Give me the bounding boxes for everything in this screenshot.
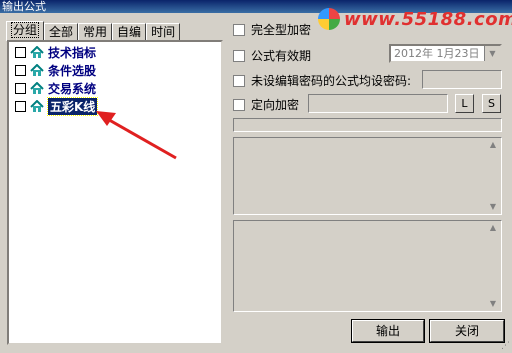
unset-password-input[interactable]: [422, 70, 502, 89]
scroll-down-icon[interactable]: ▼: [485, 297, 501, 311]
full-encrypt-option[interactable]: 完全型加密: [233, 21, 311, 38]
chevron-down-icon[interactable]: ▼: [484, 46, 500, 61]
directed-encrypt-option[interactable]: 定向加密: [233, 96, 299, 113]
status-field: [233, 118, 502, 132]
expiry-date-value: 2012年 1月23日: [394, 47, 480, 60]
scroll-down-icon[interactable]: ▼: [485, 200, 501, 214]
scroll-up-icon[interactable]: ▲: [485, 138, 501, 152]
export-button[interactable]: 输出: [351, 319, 425, 343]
unset-password-checkbox[interactable]: [233, 74, 245, 87]
l-button[interactable]: L: [455, 94, 474, 113]
full-encrypt-label: 完全型加密: [251, 23, 312, 37]
memo-scrollbar[interactable]: ▲ ▼: [485, 221, 501, 311]
expiry-label: 公式有效期: [251, 49, 312, 63]
resize-grip-icon[interactable]: ⋰: [501, 341, 510, 351]
full-encrypt-checkbox[interactable]: [233, 23, 245, 36]
s-button[interactable]: S: [482, 94, 501, 113]
expiry-option[interactable]: 公式有效期: [233, 47, 311, 64]
directed-encrypt-label: 定向加密: [251, 98, 300, 112]
close-button[interactable]: 关闭: [429, 319, 505, 343]
scroll-up-icon[interactable]: ▲: [485, 221, 501, 235]
content-memo[interactable]: ▲ ▼: [233, 220, 502, 312]
unset-password-option[interactable]: 未设编辑密码的公式均设密码:: [233, 72, 411, 89]
memo-scrollbar[interactable]: ▲ ▼: [485, 138, 501, 214]
unset-password-label: 未设编辑密码的公式均设密码:: [251, 74, 412, 88]
directed-encrypt-checkbox[interactable]: [233, 98, 245, 111]
description-memo[interactable]: ▲ ▼: [233, 137, 502, 215]
directed-encrypt-input[interactable]: [308, 94, 448, 113]
expiry-date-picker[interactable]: 2012年 1月23日 ▼: [389, 44, 502, 63]
expiry-checkbox[interactable]: [233, 49, 245, 62]
